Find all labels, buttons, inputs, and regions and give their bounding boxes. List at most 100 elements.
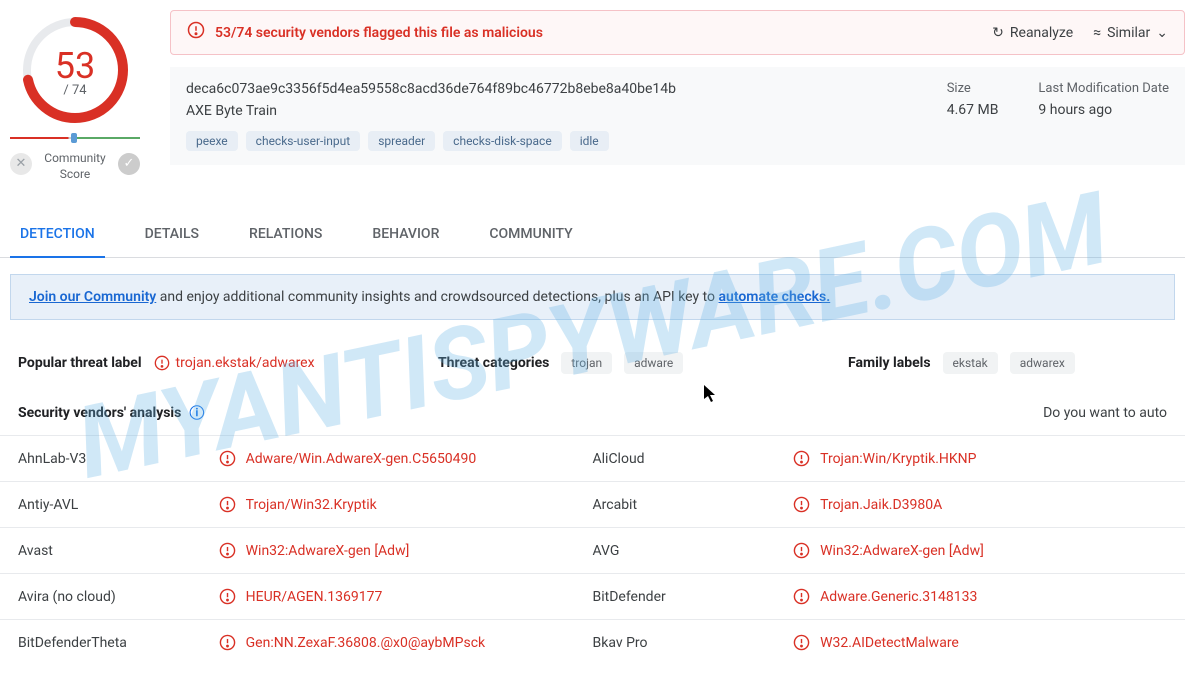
alert-text: 53/74 security vendors flagged this file…	[215, 25, 543, 41]
file-hash: deca6c073ae9c3356f5d4ea59558c8acd36de764…	[186, 81, 947, 97]
file-info-bar: deca6c073ae9c3356f5d4ea59558c8acd36de764…	[170, 67, 1185, 165]
date-value: 9 hours ago	[1038, 102, 1169, 118]
vendor-detection: HEUR/AGEN.1369177	[219, 588, 593, 605]
malicious-icon	[219, 542, 236, 559]
detection-score-circle: 53 / 74	[20, 15, 130, 125]
detection-text: Gen:NN.ZexaF.36808.@x0@aybMPsck	[246, 635, 486, 651]
vendor-detection: Trojan/Win32.Kryptik	[219, 496, 593, 513]
vendor-name: Antiy-AVL	[18, 496, 219, 513]
threat-labels-row: Popular threat label trojan.ekstak/adwar…	[0, 336, 1185, 390]
tag-peexe[interactable]: peexe	[186, 131, 238, 151]
tag-checks-disk-space[interactable]: checks-disk-space	[443, 131, 562, 151]
malicious-icon	[219, 634, 236, 651]
threat-cat-adware[interactable]: adware	[624, 352, 683, 374]
table-row: BitDefenderTheta Gen:NN.ZexaF.36808.@x0@…	[0, 619, 1185, 665]
vendor-name: AhnLab-V3	[18, 450, 219, 467]
vendor-detection: Trojan:Win/Kryptik.HKNP	[793, 450, 1167, 467]
threat-icon	[154, 355, 170, 371]
size-block: Size 4.67 MB	[947, 81, 999, 118]
score-value: 53	[55, 45, 95, 87]
file-name: AXE Byte Train	[186, 103, 947, 119]
vendor-detection: Win32:AdwareX-gen [Adw]	[219, 542, 593, 559]
similar-icon: ≈	[1093, 25, 1101, 41]
size-label: Size	[947, 81, 999, 96]
vendor-name: BitDefender	[593, 588, 794, 605]
auto-prompt-text: Do you want to auto	[1043, 405, 1167, 421]
automate-checks-link[interactable]: automate checks.	[719, 289, 831, 305]
malicious-icon	[793, 496, 810, 513]
vendor-detection: Win32:AdwareX-gen [Adw]	[793, 542, 1167, 559]
detection-text: HEUR/AGEN.1369177	[246, 589, 383, 605]
vendor-detection: W32.AIDetectMalware	[793, 634, 1167, 651]
threat-cat-trojan[interactable]: trojan	[561, 352, 612, 374]
vendor-detection: Trojan.Jaik.D3980A	[793, 496, 1167, 513]
malicious-icon	[219, 588, 236, 605]
similar-label: Similar	[1107, 25, 1150, 41]
vendor-analysis-table: AhnLab-V3 Adware/Win.AdwareX-gen.C565049…	[0, 435, 1185, 665]
malicious-icon	[219, 450, 236, 467]
tab-detection[interactable]: DETECTION	[10, 212, 105, 258]
vendor-detection: Adware/Win.AdwareX-gen.C5650490	[219, 450, 593, 467]
file-tags: peexe checks-user-input spreader checks-…	[186, 131, 947, 151]
tag-spreader[interactable]: spreader	[368, 131, 435, 151]
detection-text: Trojan:Win/Kryptik.HKNP	[820, 451, 976, 467]
detection-text: Trojan/Win32.Kryptik	[246, 497, 377, 513]
vendor-name: AVG	[593, 542, 794, 559]
detection-text: Win32:AdwareX-gen [Adw]	[246, 543, 410, 559]
tab-behavior[interactable]: BEHAVIOR	[362, 212, 449, 257]
malicious-icon	[793, 634, 810, 651]
threat-categories-title: Threat categories	[438, 355, 549, 371]
size-value: 4.67 MB	[947, 102, 999, 118]
table-row: Antiy-AVL Trojan/Win32.Kryptik Arcabit T…	[0, 481, 1185, 527]
malicious-icon	[793, 588, 810, 605]
table-row: Avira (no cloud) HEUR/AGEN.1369177 BitDe…	[0, 573, 1185, 619]
similar-button[interactable]: ≈ Similar ⌄	[1093, 25, 1168, 41]
join-community-link[interactable]: Join our Community	[29, 289, 156, 305]
vote-positive-icon[interactable]: ✓	[118, 153, 140, 175]
vendor-name: AliCloud	[593, 450, 794, 467]
main-tabs: DETECTION DETAILS RELATIONS BEHAVIOR COM…	[0, 212, 1185, 258]
community-banner: Join our Community and enjoy additional …	[10, 274, 1175, 320]
table-row: Avast Win32:AdwareX-gen [Adw] AVG Win32:…	[0, 527, 1185, 573]
chevron-down-icon: ⌄	[1156, 25, 1168, 41]
detection-text: Adware/Win.AdwareX-gen.C5650490	[246, 451, 477, 467]
detection-text: Win32:AdwareX-gen [Adw]	[820, 543, 984, 559]
detection-text: Adware.Generic.3148133	[820, 589, 977, 605]
tag-checks-user-input[interactable]: checks-user-input	[246, 131, 361, 151]
malicious-icon	[793, 542, 810, 559]
malicious-icon	[219, 496, 236, 513]
vendor-name: Avira (no cloud)	[18, 588, 219, 605]
refresh-icon: ↻	[992, 25, 1004, 41]
community-score-bar	[10, 137, 140, 139]
popular-threat-title: Popular threat label	[18, 355, 142, 371]
vendor-name: Arcabit	[593, 496, 794, 513]
detection-text: Trojan.Jaik.D3980A	[820, 497, 942, 513]
family-adwarex[interactable]: adwarex	[1010, 352, 1075, 374]
date-label: Last Modification Date	[1038, 81, 1169, 96]
vendor-name: Avast	[18, 542, 219, 559]
reanalyze-button[interactable]: ↻ Reanalyze	[992, 25, 1073, 41]
family-ekstak[interactable]: ekstak	[943, 352, 998, 374]
vote-negative-icon[interactable]: ✕	[10, 153, 32, 175]
vendor-detection: Gen:NN.ZexaF.36808.@x0@aybMPsck	[219, 634, 593, 651]
analysis-header: Security vendors' analysis ⓘ Do you want…	[0, 390, 1185, 435]
tag-idle[interactable]: idle	[570, 131, 609, 151]
tab-community[interactable]: COMMUNITY	[479, 212, 582, 257]
info-icon[interactable]: ⓘ	[189, 402, 204, 423]
malicious-icon	[793, 450, 810, 467]
tab-relations[interactable]: RELATIONS	[239, 212, 332, 257]
table-row: AhnLab-V3 Adware/Win.AdwareX-gen.C565049…	[0, 435, 1185, 481]
score-total: / 74	[63, 83, 86, 98]
community-score-label: Community Score	[44, 151, 105, 182]
vendor-detection: Adware.Generic.3148133	[793, 588, 1167, 605]
tab-details[interactable]: DETAILS	[135, 212, 209, 257]
popular-threat-value: trojan.ekstak/adwarex	[176, 355, 315, 371]
banner-middle-text: and enjoy additional community insights …	[156, 289, 718, 305]
analysis-title-text: Security vendors' analysis	[18, 405, 181, 421]
malicious-alert-bar: 53/74 security vendors flagged this file…	[170, 10, 1185, 55]
reanalyze-label: Reanalyze	[1010, 25, 1073, 41]
alert-icon	[187, 21, 205, 44]
date-block: Last Modification Date 9 hours ago	[1038, 81, 1169, 118]
detection-text: W32.AIDetectMalware	[820, 635, 959, 651]
family-labels-title: Family labels	[848, 355, 931, 371]
